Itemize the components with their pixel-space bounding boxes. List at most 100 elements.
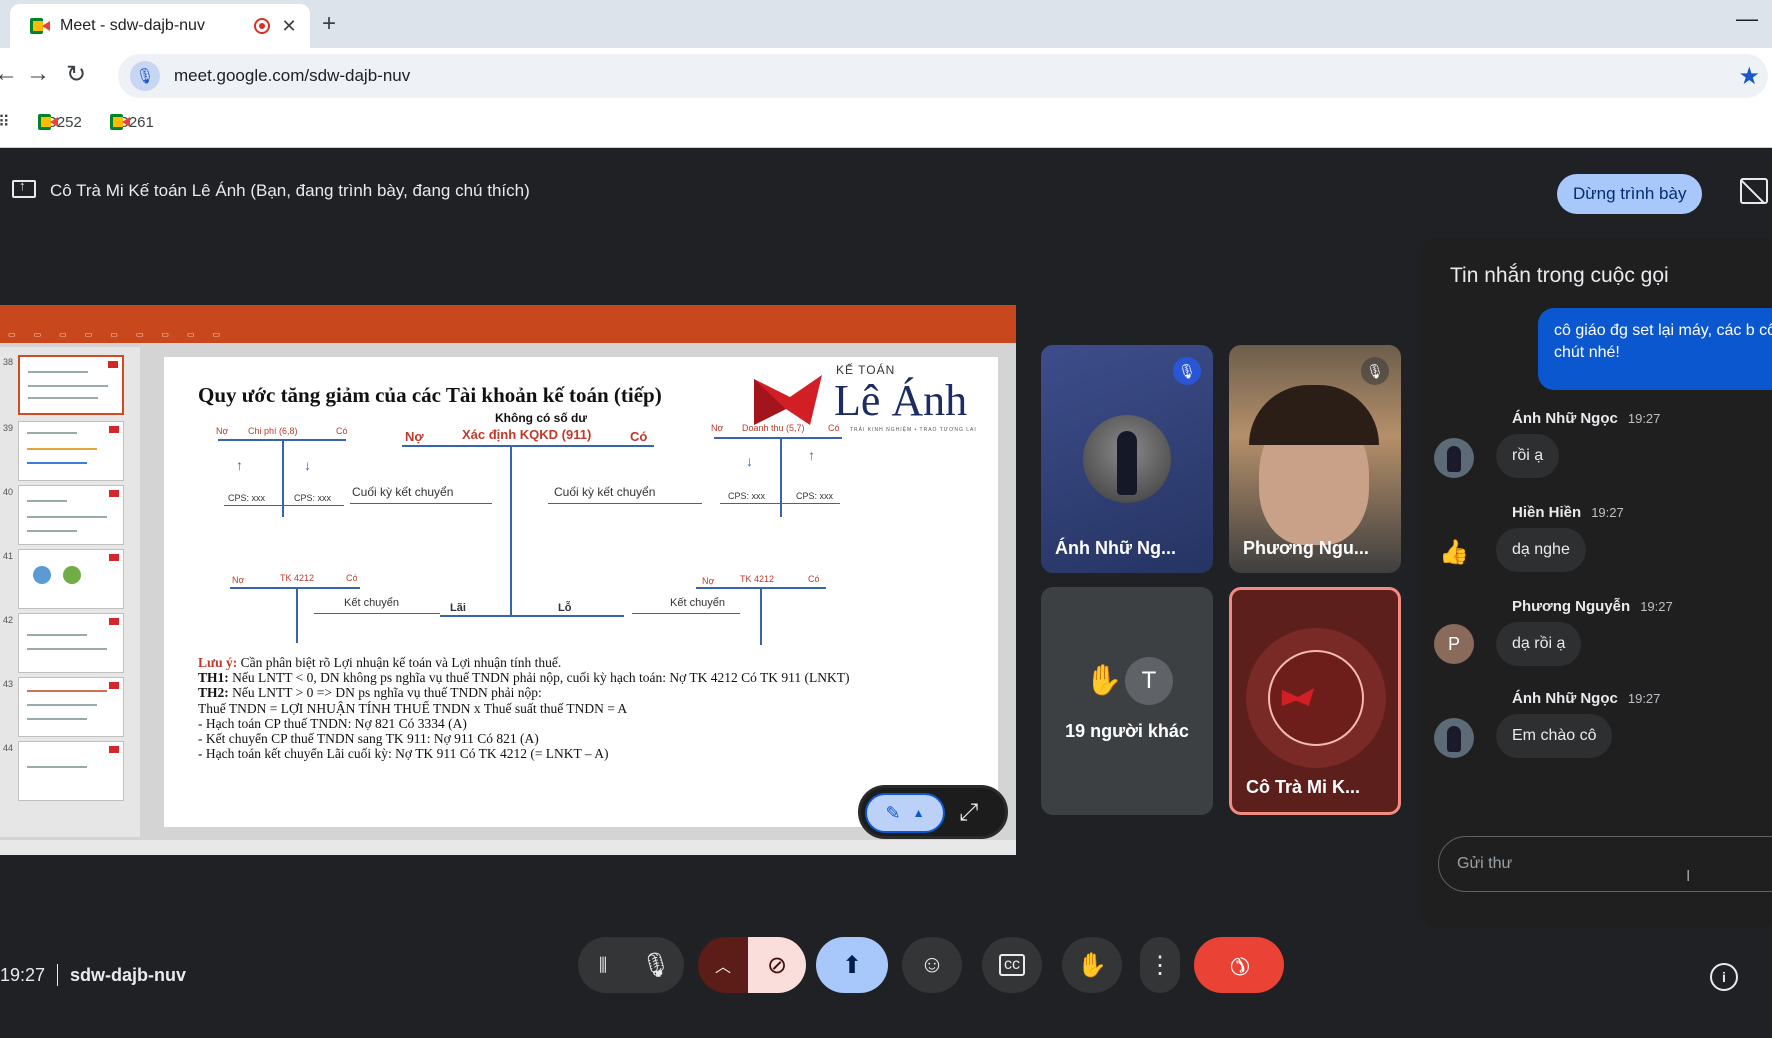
slide-thumbnail[interactable]: [18, 355, 124, 415]
avatar: [1434, 438, 1474, 478]
ppt-titlebar: [0, 305, 1016, 325]
microphone-button[interactable]: 🎙: [628, 937, 684, 993]
more-options-button[interactable]: ⋮: [1140, 937, 1180, 993]
arrow-up-icon: ↑: [808, 447, 815, 463]
slide-thumbnails: 38 39 40 41 42 43 44: [0, 347, 140, 837]
participant-tile-presenter[interactable]: Cô Trà Mi K...: [1229, 587, 1401, 815]
slide-thumbnail[interactable]: [18, 741, 124, 801]
close-tab-icon[interactable]: ✕: [280, 16, 298, 37]
ket-chuyen-label: Kết chuyển: [670, 597, 726, 609]
participant-name: Phương Ngu...: [1243, 538, 1369, 558]
logo-brand-text: Lê Ánh: [834, 376, 968, 425]
avatar: [1268, 650, 1364, 746]
slide-thumbnail[interactable]: [18, 549, 124, 609]
lai-lo-line: [440, 615, 624, 617]
chat-message-input[interactable]: Gửi thư: [1438, 836, 1772, 892]
audio-settings-button[interactable]: ⫼: [578, 937, 628, 993]
current-slide[interactable]: Quy ước tăng giảm của các Tài khoản kế t…: [164, 357, 998, 827]
video-off-icon: ⊘: [766, 951, 788, 979]
bookmark-star-icon[interactable]: ★: [1738, 62, 1760, 91]
tk4212-vertical-line: [296, 587, 298, 643]
t-account-credit: Có: [808, 574, 820, 584]
captions-icon: cc: [999, 954, 1025, 976]
more-vert-icon: ⋮: [1148, 951, 1172, 979]
meeting-code: sdw-dajb-nuv: [70, 964, 187, 985]
leave-call-button[interactable]: ✆: [1194, 937, 1284, 993]
present-screen-icon: ⬆: [841, 951, 863, 979]
url-text[interactable]: meet.google.com/sdw-dajb-nuv: [174, 66, 410, 86]
microphone-indicator-icon[interactable]: 🎙: [130, 61, 160, 91]
cps-line: [720, 503, 840, 504]
slide-notes: Lưu ý: Cần phân biệt rõ Lợi nhuận kế toá…: [198, 655, 849, 761]
meet-logo-icon: [30, 18, 50, 34]
bookmark-c252[interactable]: C252: [38, 114, 82, 131]
minimize-button[interactable]: —: [1736, 6, 1758, 32]
present-now-button[interactable]: ⬆: [816, 937, 888, 993]
ribbon-tab: ▭: [59, 329, 67, 339]
microphone-icon: 🎙: [640, 951, 672, 979]
address-bar[interactable]: 🎙 meet.google.com/sdw-dajb-nuv ★: [118, 54, 1768, 98]
t-account-debit: Nợ: [405, 429, 424, 444]
transfer-arrow-right: [350, 503, 492, 504]
annotation-toolbar: ✎ ▲ ⤢: [858, 785, 1008, 839]
transfer-arrow-left: [314, 613, 440, 614]
ribbon-tab: ▭: [161, 329, 169, 339]
note-line: Thuế TNDN = LỢI NHUẬN TÍNH THUẾ TNDN x T…: [198, 700, 628, 716]
browser-tab[interactable]: Meet - sdw-dajb-nuv ✕: [10, 4, 310, 48]
shared-powerpoint-window[interactable]: ▭ ▭ ▭ ▭ ▭ ▭ ▭ ▭ ▭ 38 39 40 41 42 43 44 Quy ước t…: [0, 305, 1016, 855]
reactions-button[interactable]: ☺: [902, 937, 962, 993]
bookmark-c261[interactable]: C261: [110, 114, 154, 131]
avatar: [1434, 718, 1474, 758]
camera-settings-button[interactable]: ︿: [698, 937, 748, 993]
tk4212-t-line: [230, 587, 360, 589]
avatar: P: [1434, 624, 1474, 664]
back-button[interactable]: ←: [0, 60, 18, 88]
message-time: 19:27: [1627, 691, 1661, 706]
participant-tile[interactable]: 🎙 Phương Ngu...: [1229, 345, 1401, 573]
message-bubble: dạ rồi ạ: [1496, 622, 1582, 666]
slide-thumbnail[interactable]: [18, 421, 124, 481]
message-time: 19:27: [1640, 599, 1673, 614]
others-count: 19 người khác: [1065, 721, 1189, 741]
reload-button[interactable]: ↻: [66, 60, 86, 89]
expand-icon[interactable]: ⤢: [959, 799, 978, 827]
stop-presenting-button[interactable]: Dừng trình bày: [1557, 174, 1703, 214]
apps-icon[interactable]: ⠿: [0, 112, 10, 132]
cuoi-ky-label: Cuối kỳ kết chuyển: [554, 485, 656, 499]
t-account-credit: Có: [828, 423, 840, 433]
participant-tile-others[interactable]: ✋ T 19 người khác: [1041, 587, 1213, 815]
note-line: TH1: Nếu LNTT < 0, DN không ps nghĩa vụ …: [198, 670, 849, 685]
meeting-details-icon[interactable]: i: [1710, 963, 1738, 991]
captions-button[interactable]: cc: [982, 937, 1042, 993]
message-time: 19:27: [1627, 411, 1661, 426]
tk4212-name: TK 4212: [280, 573, 315, 583]
chi-phi-account-name: Chi phí (6,8): [248, 426, 298, 436]
ribbon-tab: ▭: [33, 329, 42, 339]
arrow-up-icon: ↑: [236, 457, 243, 473]
slide-thumbnail[interactable]: [18, 613, 124, 673]
tab-strip: Meet - sdw-dajb-nuv ✕ + —: [0, 0, 1772, 48]
video-feed-hair: [1249, 385, 1379, 445]
thumb-number: 38: [3, 357, 14, 367]
ribbon-tab: ▭: [8, 329, 16, 339]
forward-button[interactable]: →: [26, 60, 50, 88]
slide-thumbnail[interactable]: [18, 677, 124, 737]
caret-up-icon: ▲: [912, 806, 925, 820]
presenting-status: Cô Trà Mi Kế toán Lê Ánh (Bạn, đang trìn…: [50, 181, 530, 200]
slide-title: Quy ước tăng giảm của các Tài khoản kế t…: [198, 383, 662, 407]
camera-off-button[interactable]: ⊘: [748, 937, 806, 993]
raise-hand-button[interactable]: ✋: [1062, 937, 1122, 993]
slide-thumbnail[interactable]: [18, 485, 124, 545]
t-account-credit: Có: [336, 426, 348, 436]
ket-chuyen-label: Kết chuyển: [344, 597, 400, 609]
logo-icon: [109, 618, 119, 625]
participant-tile[interactable]: 🎙 Ánh Nhữ Ng...: [1041, 345, 1213, 573]
annotation-pen-button[interactable]: ✎ ▲: [865, 793, 945, 833]
transfer-arrow-right: [632, 613, 740, 614]
t-account-debit: Nợ: [216, 426, 229, 436]
muted-mic-icon: 🎙: [1361, 357, 1389, 385]
new-tab-button[interactable]: +: [322, 10, 336, 38]
hide-presentation-icon[interactable]: [1740, 178, 1768, 204]
tab-title: Meet - sdw-dajb-nuv: [60, 17, 205, 34]
tk4212-name: TK 4212: [740, 574, 775, 584]
